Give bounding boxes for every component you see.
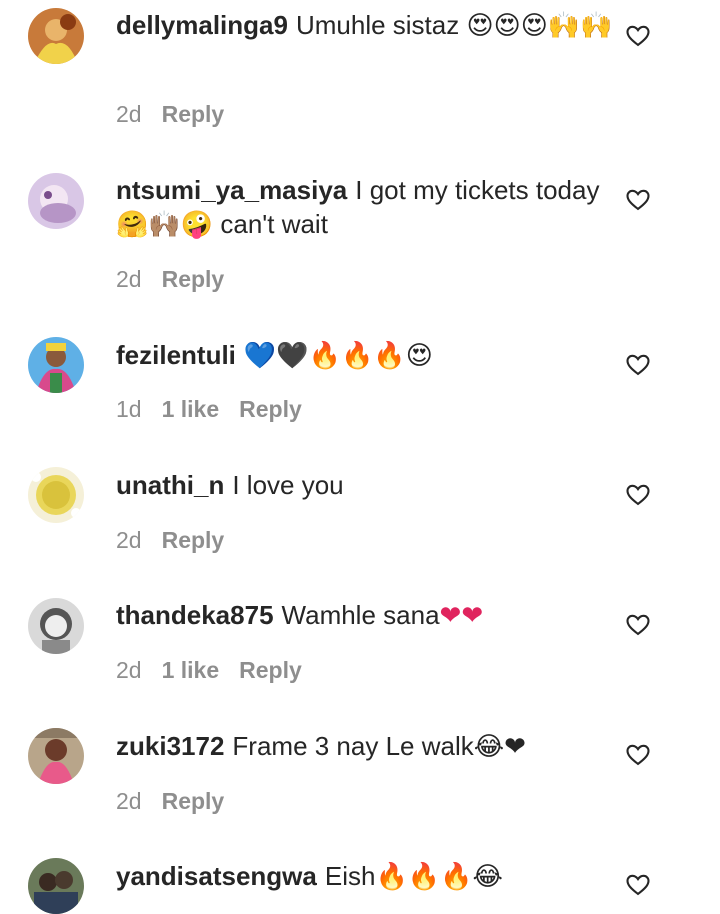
emoji-text: 🔥🔥🔥😂 — [375, 862, 503, 892]
emoji-text: 😂❤ — [473, 732, 526, 762]
comment-meta: 2d Reply — [116, 788, 244, 815]
comment-meta: 2d Reply — [116, 101, 244, 128]
comment-message-end: can't wait — [220, 209, 328, 239]
username[interactable]: dellymalinga9 — [116, 10, 288, 40]
heart-outline-icon[interactable] — [624, 185, 652, 213]
timestamp: 2d — [116, 657, 142, 683]
comment-body: ntsumi_ya_masiya I got my tickets today 🤗… — [116, 173, 616, 242]
avatar[interactable] — [28, 728, 84, 784]
username[interactable]: fezilentuli — [116, 340, 236, 370]
avatar[interactable] — [28, 8, 84, 64]
avatar[interactable] — [28, 173, 84, 229]
comment-meta: 1d 1 like Reply — [116, 396, 322, 423]
comment-meta: 2d Reply — [116, 527, 244, 554]
username[interactable]: thandeka875 — [116, 600, 274, 630]
comment-body: zuki3172 Frame 3 nay Le walk😂❤ — [116, 729, 616, 764]
timestamp: 2d — [116, 101, 142, 127]
avatar[interactable] — [28, 858, 84, 914]
comment-meta: 2d 1 like Reply — [116, 657, 322, 684]
heart-outline-icon[interactable] — [624, 350, 652, 378]
comment-message: Frame 3 nay Le walk — [232, 731, 474, 761]
comment-text: dellymalinga9 Umuhle sistaz 😍😍😍🙌🙌 — [116, 8, 616, 43]
heart-outline-icon[interactable] — [624, 21, 652, 49]
emoji-text: 🤗🙌🏽🤪 — [116, 210, 214, 240]
timestamp: 2d — [116, 788, 142, 814]
heart-outline-icon[interactable] — [624, 610, 652, 638]
comment-text: unathi_n I love you — [116, 468, 616, 502]
comment-message: Umuhle sistaz — [295, 10, 460, 40]
comment-text: yandisatsengwa Eish🔥🔥🔥😂 — [116, 859, 616, 894]
avatar[interactable] — [28, 467, 84, 523]
comment-message: Eish — [324, 861, 376, 891]
comment-meta: 2d Reply — [116, 266, 244, 293]
comment-message: Wamhle sana — [281, 600, 440, 630]
reply-button[interactable]: Reply — [162, 101, 225, 128]
comment-body: dellymalinga9 Umuhle sistaz 😍😍😍🙌🙌 — [116, 8, 616, 43]
username[interactable]: zuki3172 — [116, 731, 224, 761]
heart-outline-icon[interactable] — [624, 740, 652, 768]
username[interactable]: ntsumi_ya_masiya — [116, 175, 347, 205]
username[interactable]: unathi_n — [116, 470, 224, 500]
avatar[interactable] — [28, 598, 84, 654]
comment-text: zuki3172 Frame 3 nay Le walk😂❤ — [116, 729, 616, 764]
reply-button[interactable]: Reply — [239, 657, 302, 684]
avatar[interactable] — [28, 337, 84, 393]
comment-body: unathi_n I love you — [116, 468, 616, 502]
heart-outline-icon[interactable] — [624, 480, 652, 508]
comment-body: fezilentuli 💙🖤🔥🔥🔥😍 — [116, 338, 616, 373]
likes-count[interactable]: 1 like — [162, 657, 220, 684]
timestamp: 1d — [116, 396, 142, 422]
emoji-text: 💙🖤🔥🔥🔥😍 — [243, 341, 433, 371]
reply-button[interactable]: Reply — [162, 266, 225, 293]
comment-message: I got my tickets today — [355, 175, 600, 205]
timestamp: 2d — [116, 527, 142, 553]
comment-text: thandeka875 Wamhle sana❤❤ — [116, 598, 616, 633]
reply-button[interactable]: Reply — [239, 396, 302, 423]
username[interactable]: yandisatsengwa — [116, 861, 317, 891]
timestamp: 2d — [116, 266, 142, 292]
emoji-text: ❤❤ — [439, 601, 484, 631]
reply-button[interactable]: Reply — [162, 788, 225, 815]
emoji-text: 😍😍😍🙌🙌 — [466, 11, 613, 41]
comment-text: fezilentuli 💙🖤🔥🔥🔥😍 — [116, 338, 616, 373]
comment-body: yandisatsengwa Eish🔥🔥🔥😂 — [116, 859, 616, 894]
likes-count[interactable]: 1 like — [162, 396, 220, 423]
heart-outline-icon[interactable] — [624, 870, 652, 898]
reply-button[interactable]: Reply — [162, 527, 225, 554]
comment-text: ntsumi_ya_masiya I got my tickets today 🤗… — [116, 173, 616, 242]
comment-message: I love you — [232, 470, 344, 500]
comment-body: thandeka875 Wamhle sana❤❤ — [116, 598, 616, 633]
